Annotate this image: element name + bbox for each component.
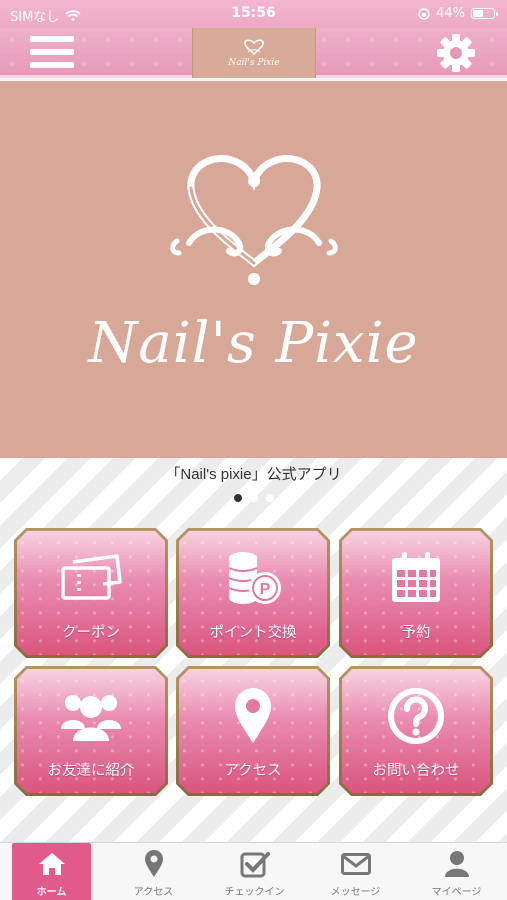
tab-label: メッセージ xyxy=(330,887,381,898)
tile-label: お問い合わせ xyxy=(372,763,460,779)
menu-icon[interactable] xyxy=(30,36,74,70)
tile-face: 予約 xyxy=(342,531,490,655)
battery-level xyxy=(473,10,483,17)
access-button[interactable]: アクセス xyxy=(176,666,330,796)
tile-label: 予約 xyxy=(401,625,431,641)
tab-message[interactable]: メッセージ xyxy=(305,843,406,900)
tab-label: ホーム xyxy=(36,887,67,898)
location-icon xyxy=(144,850,163,877)
header-logo-text: Nail's Pixie xyxy=(228,57,280,68)
heart-logo-icon xyxy=(244,39,264,55)
calendar-icon xyxy=(388,550,444,606)
bottom-tab-bar: ホーム アクセス チェックイン メッセージ マイページ xyxy=(0,842,507,900)
tile-label: アクセス xyxy=(224,763,282,779)
tab-checkin[interactable]: チェックイン xyxy=(204,843,305,900)
battery-icon xyxy=(471,8,498,19)
reservation-button[interactable]: 予約 xyxy=(339,528,493,658)
hero-banner: Nail's Pixie xyxy=(0,81,507,458)
tile-label: クーポン xyxy=(62,625,120,641)
header-logo[interactable]: Nail's Pixie xyxy=(192,28,316,78)
question-icon xyxy=(387,687,445,745)
tab-label: アクセス xyxy=(133,887,174,898)
map-pin-icon xyxy=(233,687,273,745)
carousel-dot[interactable] xyxy=(249,494,258,502)
tile-face: P ポイント交換 xyxy=(179,531,327,655)
contact-button[interactable]: お問い合わせ xyxy=(339,666,493,796)
person-icon xyxy=(444,851,469,877)
checkbox-icon xyxy=(240,852,270,878)
carousel-dot[interactable] xyxy=(265,494,274,502)
tab-label: チェックイン xyxy=(224,887,285,898)
carousel-dot[interactable] xyxy=(233,494,242,502)
heart-emblem-icon xyxy=(169,155,338,285)
point-exchange-button[interactable]: P ポイント交換 xyxy=(176,528,330,658)
coins-icon: P xyxy=(221,548,285,608)
tile-label: お友達に紹介 xyxy=(47,763,135,779)
brand-name: Nail's Pixie xyxy=(88,311,419,376)
app-title: 「Nail's pixie」公式アプリ xyxy=(165,466,342,483)
app-header: Nail's Pixie xyxy=(0,28,507,78)
home-icon xyxy=(38,853,65,875)
gear-icon[interactable] xyxy=(435,32,477,74)
battery-percent: 44% xyxy=(436,6,465,21)
tile-face: アクセス xyxy=(179,669,327,793)
tab-mypage[interactable]: マイページ xyxy=(406,843,507,900)
tile-label: ポイント交換 xyxy=(209,625,297,641)
refer-friend-button[interactable]: お友達に紹介 xyxy=(14,666,168,796)
status-bar: SIMなし 15:56 44% xyxy=(0,0,507,28)
orientation-lock-icon xyxy=(418,7,430,20)
svg-text:P: P xyxy=(260,581,271,598)
tile-face: お問い合わせ xyxy=(342,669,490,793)
tab-label: マイページ xyxy=(431,887,482,898)
people-icon xyxy=(59,689,123,743)
tile-face: クーポン xyxy=(17,531,165,655)
status-right: 44% xyxy=(418,6,498,21)
tab-access[interactable]: アクセス xyxy=(103,843,204,900)
coupon-button[interactable]: クーポン xyxy=(14,528,168,658)
ticket-icon xyxy=(59,552,123,604)
tile-face: お友達に紹介 xyxy=(17,669,165,793)
carousel-dots xyxy=(0,494,507,502)
main-content: 「Nail's pixie」公式アプリ クーポン P ポイント交換 予約 お友達… xyxy=(0,458,507,842)
tab-home[interactable]: ホーム xyxy=(12,843,91,900)
envelope-icon xyxy=(340,853,371,875)
